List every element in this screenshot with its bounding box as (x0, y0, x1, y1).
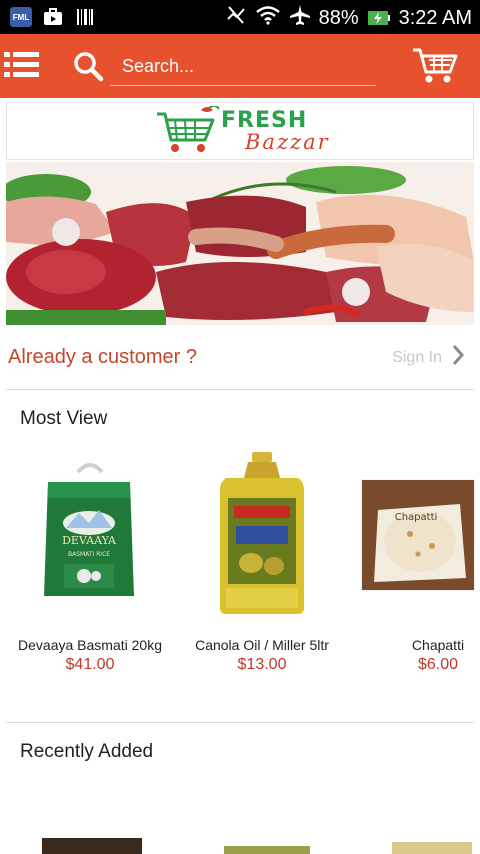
logo-cart-icon (157, 106, 220, 152)
rice-brand-text: DEVAAYA (62, 534, 117, 547)
fresh-bazzar-logo: FRESH Bazzar (153, 106, 349, 158)
product-card[interactable]: DEVAAYA BASMATI RICE Devaaya Basmati 20k… (4, 438, 176, 688)
logo-banner: FRESH Bazzar (6, 102, 474, 160)
recent-product-image[interactable] (224, 846, 310, 854)
recent-product-image[interactable] (42, 838, 142, 854)
briefcase-icon (42, 6, 64, 28)
barcode-icon (74, 6, 96, 28)
battery-percent: 88% (318, 6, 359, 29)
recent-product-image[interactable] (392, 842, 472, 854)
product-price: $6.00 (417, 656, 459, 673)
wifi-icon (255, 5, 281, 31)
already-customer-label: Already a customer ? (8, 346, 197, 368)
chevron-right-icon (452, 344, 465, 371)
product-name: Devaaya Basmati 20kg (18, 637, 162, 653)
app-bar (0, 34, 480, 98)
clock: 3:22 AM (398, 6, 472, 29)
section-title-most-view: Most View (20, 408, 108, 429)
app-notification-icon: FML (10, 7, 32, 27)
rice-type-text: BASMATI RICE (68, 551, 110, 558)
chapatti-brand-text: Chapatti (395, 512, 438, 523)
sign-in-label: Sign In (392, 348, 442, 366)
product-name: Canola Oil / Miller 5ltr (195, 637, 329, 653)
cart-button[interactable] (412, 46, 458, 86)
menu-button[interactable] (4, 48, 40, 82)
divider (6, 389, 474, 390)
product-name: Chapatti (411, 637, 465, 653)
sign-in-link[interactable]: Sign In (392, 344, 465, 371)
sign-in-row[interactable]: Already a customer ? Sign In (6, 336, 474, 380)
search-input[interactable] (110, 48, 376, 86)
search-icon[interactable] (72, 50, 104, 82)
battery-charging-icon (367, 9, 391, 27)
menu-icon (4, 52, 40, 86)
product-price: $41.00 (65, 656, 115, 673)
section-title-recently-added: Recently Added (20, 741, 154, 762)
product-card[interactable]: Canola Oil / Miller 5ltr $13.00 (176, 438, 348, 688)
meat-banner-image[interactable] (6, 162, 474, 325)
product-price: $13.00 (237, 656, 287, 673)
airplane-mode-icon (289, 4, 311, 32)
mute-icon (225, 5, 247, 31)
rice-bag-image: DEVAAYA BASMATI RICE (4, 438, 176, 618)
logo-text-bazzar: Bazzar (245, 130, 330, 154)
divider (6, 722, 474, 723)
oil-bottle-image (176, 438, 348, 618)
status-bar: FML 88% 3:22 AM (0, 0, 480, 34)
product-card[interactable]: Chapatti Chapatti $6.00 (348, 438, 480, 688)
chapatti-pack-image: Chapatti (348, 438, 480, 618)
cart-icon (412, 48, 458, 90)
most-view-carousel[interactable]: DEVAAYA BASMATI RICE Devaaya Basmati 20k… (0, 438, 480, 688)
